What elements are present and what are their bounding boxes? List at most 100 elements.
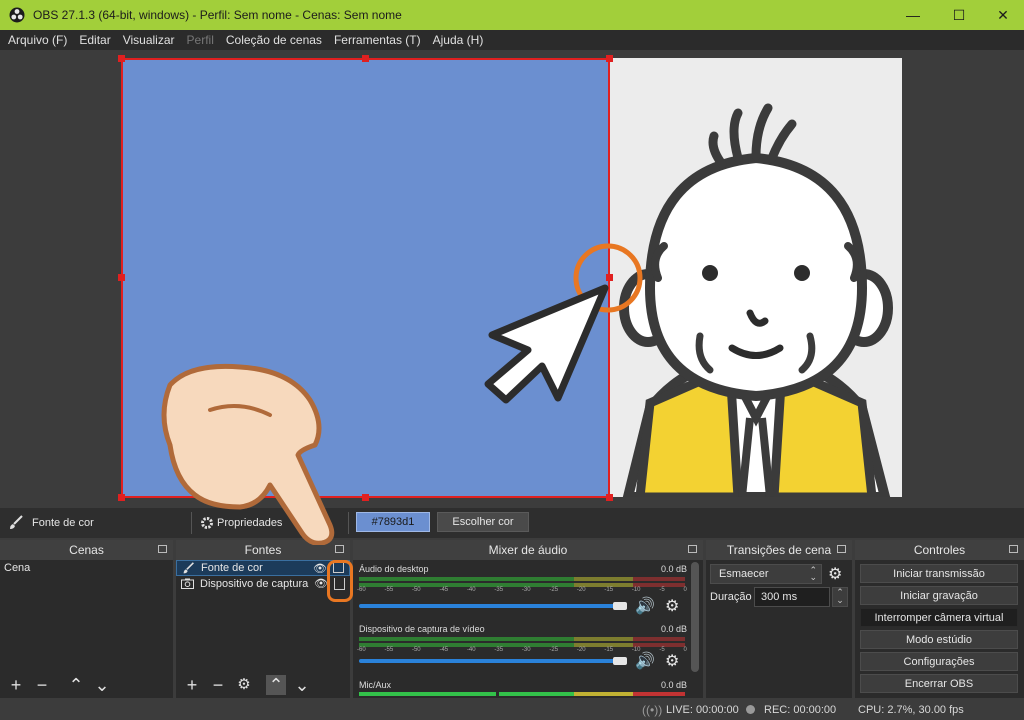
settings-button[interactable]: Configurações [860, 652, 1018, 671]
pick-color-button[interactable]: Escolher cor [437, 512, 529, 532]
scene-item[interactable]: Cena [0, 560, 173, 576]
start-recording-button[interactable]: Iniciar gravação [860, 586, 1018, 605]
remove-icon[interactable]: − [32, 675, 52, 695]
live-status: LIVE: 00:00:00 [666, 704, 739, 716]
track-name: Mic/Aux [359, 680, 392, 690]
title-bar: OBS 27.1.3 (64-bit, windows) - Perfil: S… [0, 0, 1024, 30]
resize-handle-top-right[interactable] [606, 55, 613, 62]
gear-icon[interactable]: ⚙ [828, 564, 842, 584]
properties-label: Propriedades [217, 517, 283, 529]
exit-button[interactable]: Encerrar OBS [860, 674, 1018, 693]
toolbar-divider [348, 512, 349, 534]
controls-title: Controles [913, 543, 966, 557]
undock-icon[interactable] [1009, 545, 1018, 553]
resize-handle-top-left[interactable] [118, 55, 125, 62]
duration-input[interactable]: 300 ms [754, 587, 830, 607]
move-down-icon[interactable]: ⌄ [92, 675, 112, 695]
duration-stepper[interactable]: ⌃ ⌄ [832, 587, 848, 607]
gear-icon[interactable]: ⚙ [234, 675, 254, 695]
eye-icon[interactable]: 👁 [313, 562, 327, 575]
menu-edit[interactable]: Editar [73, 33, 116, 47]
remove-icon[interactable]: − [208, 675, 228, 695]
volume-slider-thumb[interactable] [613, 602, 627, 610]
volume-slider[interactable] [359, 659, 621, 663]
mixer-track-capture: Dispositivo de captura de vídeo 0.0 dB -… [357, 624, 687, 680]
resize-handle-top[interactable] [362, 55, 369, 62]
cpu-status: CPU: 2.7%, 30.00 fps [858, 704, 964, 716]
move-up-icon[interactable]: ⌃ [266, 675, 286, 695]
gear-icon[interactable]: ⚙ [665, 651, 679, 671]
scrollbar[interactable] [691, 562, 699, 672]
transition-value: Esmaecer [719, 568, 769, 580]
menu-view[interactable]: Visualizar [117, 33, 181, 47]
scenes-header: Cenas [0, 540, 173, 560]
eye-icon[interactable]: 👁 [314, 577, 328, 590]
undock-icon[interactable] [158, 545, 167, 553]
move-up-icon[interactable]: ⌃ [66, 675, 86, 695]
source-item[interactable]: Fonte de cor 👁 [176, 560, 350, 576]
track-db: 0.0 dB [660, 564, 687, 574]
stop-virtual-camera-button[interactable]: Interromper câmera virtual [860, 608, 1018, 627]
sources-title: Fontes [244, 543, 282, 557]
sources-header: Fontes [176, 540, 350, 560]
broadcast-icon: ((•)) [642, 703, 663, 717]
mixer-header: Mixer de áudio [353, 540, 703, 560]
volume-slider-thumb[interactable] [613, 657, 627, 665]
filters-button[interactable]: Filtros [298, 517, 328, 529]
properties-button[interactable]: Propriedades [200, 514, 282, 532]
transitions-title: Transições de cena [726, 543, 832, 557]
lock-icon[interactable] [333, 561, 344, 573]
rec-status: REC: 00:00:00 [764, 704, 837, 716]
brush-icon [10, 515, 23, 529]
undock-icon[interactable] [688, 545, 697, 553]
selection-box[interactable] [121, 58, 610, 498]
color-swatch[interactable]: #7893d1 [356, 512, 430, 532]
studio-mode-button[interactable]: Modo estúdio [860, 630, 1018, 649]
record-icon [746, 705, 755, 714]
volume-meter [359, 637, 685, 641]
transitions-header: Transições de cena [706, 540, 852, 560]
move-down-icon[interactable]: ⌄ [292, 675, 312, 695]
close-button[interactable]: ✕ [980, 0, 1024, 30]
meter-scale: -60 -55 -50 -45 -40 -35 -30 -25 -20 -15 -10 -5 0 [357, 587, 687, 593]
undock-icon[interactable] [335, 545, 344, 553]
volume-slider[interactable] [359, 604, 621, 608]
gear-icon [201, 517, 213, 529]
mixer-track-desktop: Áudio do desktop 0.0 dB -60 -55 -50 -45 -40-… [357, 564, 687, 624]
resize-handle-left[interactable] [118, 274, 125, 281]
menu-bar: Arquivo (F) Editar Visualizar Perfil Col… [0, 30, 1024, 50]
camera-icon [181, 578, 194, 589]
track-db: 0.0 dB [660, 624, 687, 634]
obs-logo-icon [9, 7, 25, 23]
transition-select[interactable]: Esmaecer ⌃ ⌄ [710, 564, 822, 584]
lock-icon[interactable] [334, 578, 345, 590]
resize-handle-bottom-right[interactable] [606, 494, 613, 501]
add-icon[interactable]: + [182, 675, 202, 695]
start-streaming-button[interactable]: Iniciar transmissão [860, 564, 1018, 583]
speaker-icon[interactable]: 🔊 [635, 596, 655, 616]
status-bar: ((•)) LIVE: 00:00:00 REC: 00:00:00 CPU: … [0, 700, 1024, 720]
resize-handle-bottom-left[interactable] [118, 494, 125, 501]
resize-handle-right[interactable] [606, 274, 613, 281]
controls-header: Controles [855, 540, 1024, 560]
gear-icon[interactable]: ⚙ [665, 596, 679, 616]
window-title: OBS 27.1.3 (64-bit, windows) - Perfil: S… [33, 8, 402, 22]
track-name: Áudio do desktop [359, 564, 429, 574]
track-name: Dispositivo de captura de vídeo [359, 624, 485, 634]
resize-handle-bottom[interactable] [362, 494, 369, 501]
menu-file[interactable]: Arquivo (F) [2, 33, 73, 47]
scenes-dock: Cenas Cena + − ⌃ ⌄ [0, 540, 173, 698]
source-item[interactable]: Dispositivo de captura 👁 [176, 576, 350, 592]
speaker-icon[interactable]: 🔊 [635, 651, 655, 671]
minimize-button[interactable]: — [890, 0, 936, 30]
menu-scene-collection[interactable]: Coleção de cenas [220, 33, 328, 47]
add-icon[interactable]: + [6, 675, 26, 695]
source-name-label: Fonte de cor [32, 517, 94, 529]
menu-profile[interactable]: Perfil [181, 33, 220, 47]
maximize-button[interactable]: ☐ [936, 0, 982, 30]
menu-tools[interactable]: Ferramentas (T) [328, 33, 427, 47]
menu-help[interactable]: Ajuda (H) [427, 33, 490, 47]
undock-icon[interactable] [837, 545, 846, 553]
source-label: Dispositivo de captura [200, 578, 309, 590]
mixer-track-mic: Mic/Aux 0.0 dB [357, 680, 687, 698]
